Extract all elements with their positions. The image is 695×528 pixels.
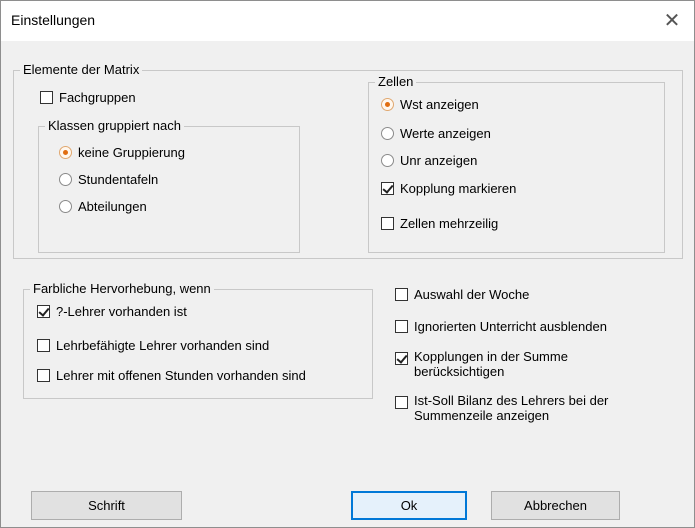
kopplung-markieren-checkbox-box[interactable] bbox=[381, 182, 394, 195]
lehrbefaehigte-lehrer-checkbox-box[interactable] bbox=[37, 339, 50, 352]
radio-wst-anzeigen[interactable]: Wst anzeigen bbox=[381, 97, 581, 115]
radio-abteilungen-dot[interactable] bbox=[59, 200, 72, 213]
radio-unr-anzeigen-label: Unr anzeigen bbox=[400, 153, 478, 168]
ignorierten-unterricht-label: Ignorierten Unterricht ausblenden bbox=[414, 319, 607, 334]
fragezeichen-lehrer-checkbox-box[interactable] bbox=[37, 305, 50, 318]
zellen-mehrzeilig-checkbox-box[interactable] bbox=[381, 217, 394, 230]
radio-stundentafeln-dot[interactable] bbox=[59, 173, 72, 186]
radio-abteilungen[interactable]: Abteilungen bbox=[59, 199, 239, 217]
radio-werte-anzeigen-dot[interactable] bbox=[381, 127, 394, 140]
ignorierten-unterricht-checkbox[interactable]: Ignorierten Unterricht ausblenden bbox=[395, 319, 675, 337]
matrix-elements-legend: Elemente der Matrix bbox=[20, 62, 143, 78]
kopplung-markieren-label: Kopplung markieren bbox=[400, 181, 517, 196]
kopplungen-summe-label-line2: berücksichtigen bbox=[414, 364, 505, 379]
fragezeichen-lehrer-label: ?-Lehrer vorhanden ist bbox=[56, 304, 187, 319]
kopplungen-summe-label: Kopplungen in der Summe berücksichtigen bbox=[414, 349, 568, 379]
klassen-group: Klassen gruppiert nach keine Gruppierung… bbox=[38, 118, 300, 253]
ist-soll-bilanz-label: Ist-Soll Bilanz des Lehrers bei der Summ… bbox=[414, 393, 608, 423]
zellen-mehrzeilig-checkbox[interactable]: Zellen mehrzeilig bbox=[381, 216, 581, 234]
kopplungen-summe-label-line1: Kopplungen in der Summe bbox=[414, 349, 568, 364]
farbliche-hervorhebung-legend: Farbliche Hervorhebung, wenn bbox=[30, 281, 214, 297]
radio-stundentafeln[interactable]: Stundentafeln bbox=[59, 172, 239, 190]
radio-stundentafeln-label: Stundentafeln bbox=[78, 172, 159, 187]
auswahl-woche-label: Auswahl der Woche bbox=[414, 287, 530, 302]
fachgruppen-checkbox-box[interactable] bbox=[40, 91, 53, 104]
settings-dialog: Einstellungen ✕ Elemente der Matrix Fach… bbox=[0, 0, 695, 528]
lehrbefaehigte-lehrer-checkbox[interactable]: Lehrbefähigte Lehrer vorhanden sind bbox=[37, 338, 357, 356]
abbrechen-button[interactable]: Abbrechen bbox=[491, 491, 620, 520]
fachgruppen-label: Fachgruppen bbox=[59, 90, 136, 105]
radio-keine-gruppierung[interactable]: keine Gruppierung bbox=[59, 145, 239, 163]
close-icon[interactable]: ✕ bbox=[660, 9, 684, 33]
ist-soll-bilanz-label-line2: Summenzeile anzeigen bbox=[414, 408, 550, 423]
radio-abteilungen-label: Abteilungen bbox=[78, 199, 147, 214]
offene-stunden-checkbox[interactable]: Lehrer mit offenen Stunden vorhanden sin… bbox=[37, 368, 357, 386]
zellen-legend: Zellen bbox=[375, 74, 417, 90]
ignorierten-unterricht-checkbox-box[interactable] bbox=[395, 320, 408, 333]
title-bar: Einstellungen ✕ bbox=[1, 1, 694, 41]
kopplungen-summe-checkbox[interactable]: Kopplungen in der Summe berücksichtigen bbox=[395, 349, 675, 383]
radio-wst-anzeigen-label: Wst anzeigen bbox=[400, 97, 479, 112]
ok-button[interactable]: Ok bbox=[351, 491, 467, 520]
kopplung-markieren-checkbox[interactable]: Kopplung markieren bbox=[381, 181, 581, 199]
zellen-mehrzeilig-label: Zellen mehrzeilig bbox=[400, 216, 499, 231]
kopplungen-summe-checkbox-box[interactable] bbox=[395, 352, 408, 365]
matrix-elements-group: Elemente der Matrix Fachgruppen Klassen … bbox=[13, 62, 683, 259]
radio-keine-gruppierung-label: keine Gruppierung bbox=[78, 145, 185, 160]
radio-werte-anzeigen[interactable]: Werte anzeigen bbox=[381, 126, 581, 144]
ist-soll-bilanz-label-line1: Ist-Soll Bilanz des Lehrers bei der bbox=[414, 393, 609, 408]
offene-stunden-checkbox-box[interactable] bbox=[37, 369, 50, 382]
klassen-legend: Klassen gruppiert nach bbox=[45, 118, 184, 134]
farbliche-hervorhebung-group: Farbliche Hervorhebung, wenn ?-Lehrer vo… bbox=[23, 281, 373, 399]
radio-keine-gruppierung-dot[interactable] bbox=[59, 146, 72, 159]
zellen-group: Zellen Wst anzeigen Werte anzeigen Unr a… bbox=[368, 74, 665, 253]
auswahl-woche-checkbox-box[interactable] bbox=[395, 288, 408, 301]
offene-stunden-label: Lehrer mit offenen Stunden vorhanden sin… bbox=[56, 368, 306, 383]
radio-werte-anzeigen-label: Werte anzeigen bbox=[400, 126, 491, 141]
lehrbefaehigte-lehrer-label: Lehrbefähigte Lehrer vorhanden sind bbox=[56, 338, 270, 353]
schrift-button[interactable]: Schrift bbox=[31, 491, 182, 520]
ist-soll-bilanz-checkbox-box[interactable] bbox=[395, 396, 408, 409]
ist-soll-bilanz-checkbox[interactable]: Ist-Soll Bilanz des Lehrers bei der Summ… bbox=[395, 393, 685, 427]
fragezeichen-lehrer-checkbox[interactable]: ?-Lehrer vorhanden ist bbox=[37, 304, 357, 322]
fachgruppen-checkbox[interactable]: Fachgruppen bbox=[40, 90, 190, 108]
radio-unr-anzeigen-dot[interactable] bbox=[381, 154, 394, 167]
radio-wst-anzeigen-dot[interactable] bbox=[381, 98, 394, 111]
dialog-title: Einstellungen bbox=[11, 12, 96, 28]
auswahl-woche-checkbox[interactable]: Auswahl der Woche bbox=[395, 287, 645, 305]
radio-unr-anzeigen[interactable]: Unr anzeigen bbox=[381, 153, 581, 171]
